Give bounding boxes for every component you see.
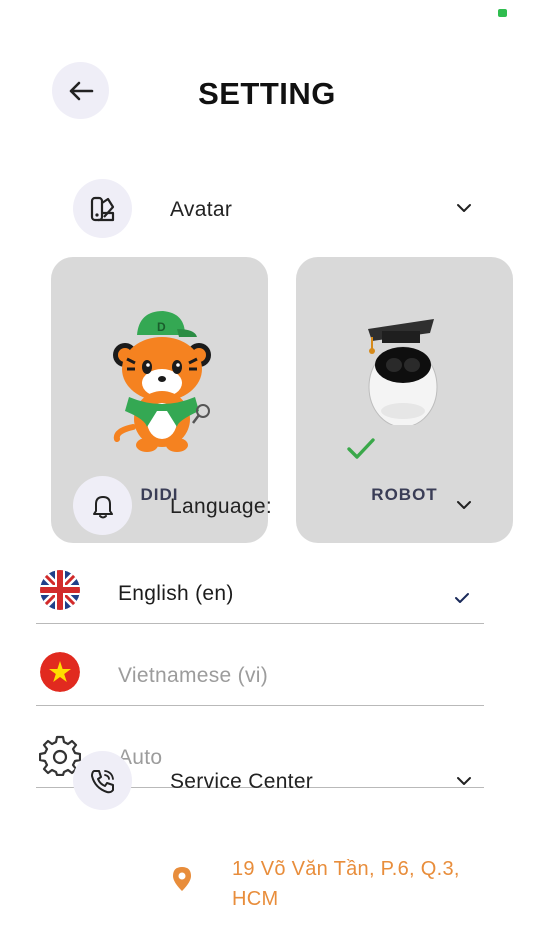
location-pin-icon <box>173 867 191 891</box>
service-center-label[interactable]: Service Center <box>170 770 313 794</box>
robot-mascot-image <box>368 319 438 425</box>
language-label[interactable]: Language: <box>170 495 272 519</box>
service-center-address[interactable]: 19 Võ Văn Tần, P.6, Q.3, HCM <box>232 854 482 914</box>
uk-flag-icon <box>40 570 80 610</box>
selected-check-icon <box>347 438 375 459</box>
svg-text:D: D <box>157 320 166 334</box>
language-option-vietnamese[interactable]: Vietnamese (vi) <box>36 648 484 705</box>
battery-icon <box>498 9 507 17</box>
page-title: SETTING <box>198 76 336 111</box>
chevron-down-icon[interactable] <box>456 500 472 510</box>
phone-icon <box>90 769 114 793</box>
check-icon <box>455 593 469 603</box>
avatar-row-icon-button <box>73 179 132 238</box>
language-option-english[interactable]: English (en) <box>36 566 484 623</box>
avatar-label[interactable]: Avatar <box>170 198 232 222</box>
language-row-icon-button <box>73 476 132 535</box>
avatar-name-robot: ROBOT <box>371 485 438 504</box>
language-option-label: Vietnamese (vi) <box>118 664 269 687</box>
language-option-label: English (en) <box>118 582 234 605</box>
palette-icon <box>90 196 114 221</box>
tiger-mascot-image: D <box>113 311 211 452</box>
chevron-down-icon[interactable] <box>456 776 472 786</box>
divider <box>36 623 484 624</box>
chevron-down-icon[interactable] <box>456 203 472 213</box>
bell-icon <box>92 495 113 518</box>
vietnam-flag-icon <box>40 652 80 692</box>
service-row-icon-button <box>73 751 132 810</box>
divider <box>36 705 484 706</box>
avatar-card-robot[interactable]: ROBOT <box>296 257 513 543</box>
